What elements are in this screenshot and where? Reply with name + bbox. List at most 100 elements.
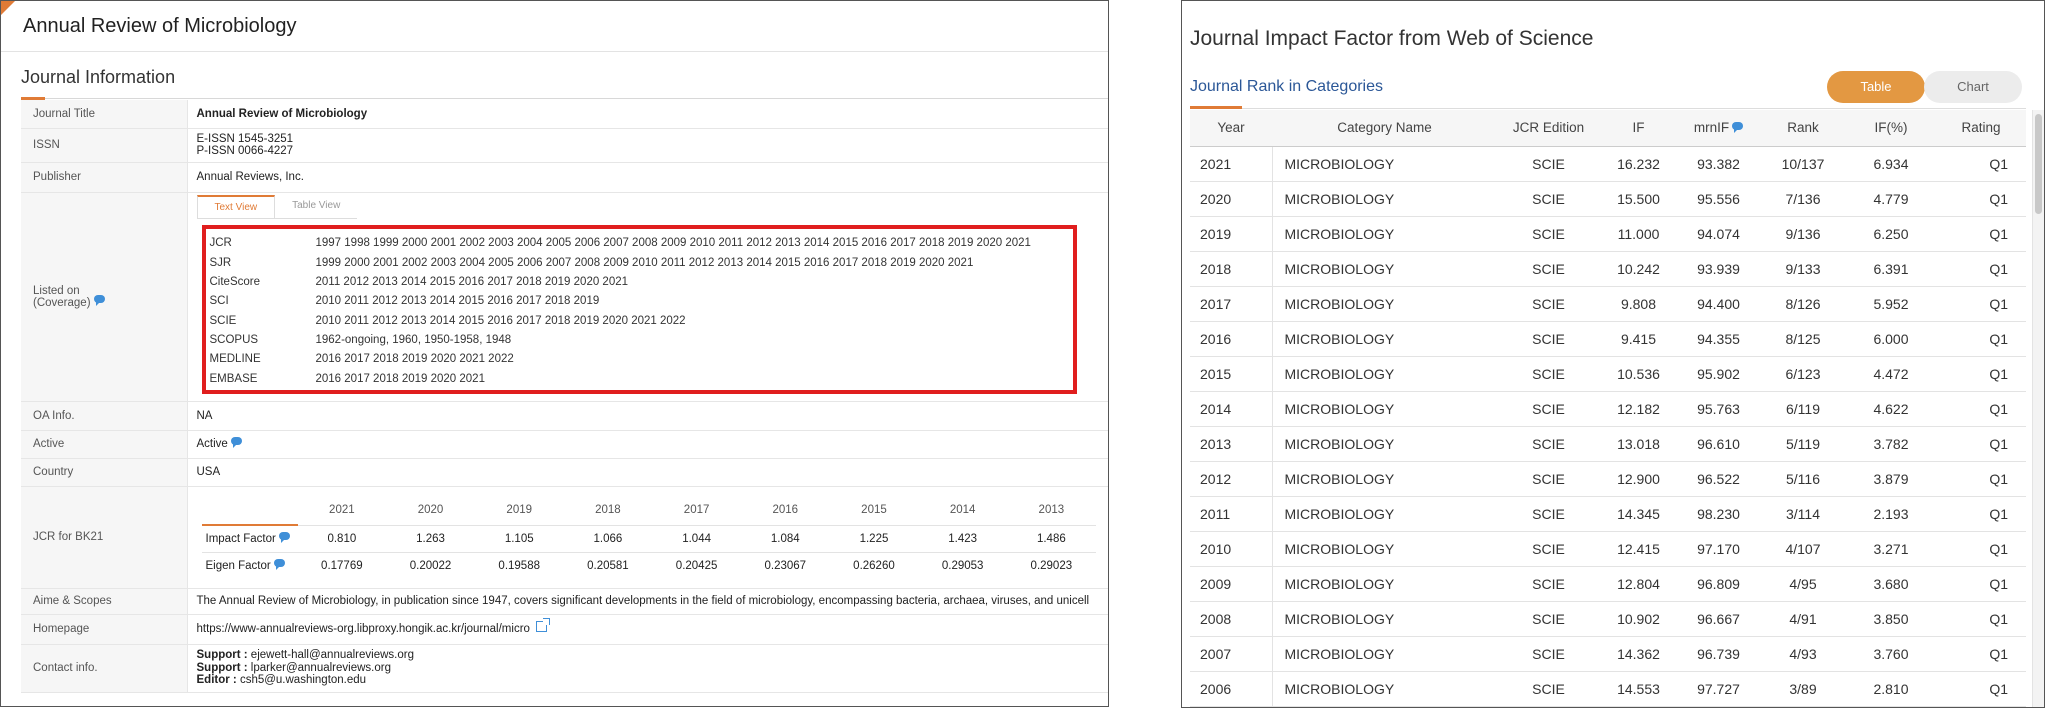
cell-rank: 3/89 [1760, 671, 1846, 707]
homepage-link[interactable]: https://www-annualreviews-org.libproxy.h… [197, 623, 530, 635]
label-oa-info: OA Info. [21, 401, 188, 431]
cell-rank: 4/95 [1760, 566, 1846, 602]
table-toggle-button[interactable]: Table [1827, 71, 1925, 103]
cell-mrnif: 96.522 [1677, 461, 1760, 497]
cell-if: 16.232 [1600, 146, 1677, 182]
tab-table-view[interactable]: Table View [275, 195, 357, 218]
cell-rating: Q1 [1936, 496, 2026, 532]
comment-icon[interactable] [230, 436, 242, 448]
bk21-year: 2015 [861, 503, 887, 516]
cell-rank: 5/116 [1760, 461, 1846, 497]
bk21-eigen-value: 0.20022 [409, 559, 452, 572]
value-contact: Support : ejewett-hall@annualreviews.org… [187, 644, 1109, 693]
tab-text-view[interactable]: Text View [196, 194, 276, 218]
comment-icon[interactable] [273, 558, 285, 570]
comment-icon[interactable] [278, 531, 290, 543]
coverage-name: JCR [209, 237, 232, 250]
cell-rating: Q1 [1936, 216, 2026, 252]
cell-jcr-edition: SCIE [1497, 566, 1600, 602]
table-row: 2021 MICROBIOLOGY SCIE 16.232 93.382 10/137 6.… [1190, 146, 2026, 182]
cell-if-pct: 3.782 [1846, 426, 1936, 462]
coverage-years: 2010 2011 2012 2013 2014 2015 2016 2017 … [315, 295, 600, 308]
cell-rank: 5/119 [1760, 426, 1846, 462]
cell-if: 13.018 [1600, 426, 1677, 462]
e-issn: E-ISSN 1545-3251 [196, 133, 294, 145]
section-divider [21, 98, 1108, 99]
cell-if-pct: 6.391 [1846, 251, 1936, 287]
coverage-tabs: Text View Table View [196, 194, 357, 219]
chart-toggle-button[interactable]: Chart [1924, 71, 2022, 103]
cell-jcr-edition: SCIE [1497, 251, 1600, 287]
cell-jcr-edition: SCIE [1497, 391, 1600, 427]
col-mrnif-label: mrnIF [1693, 120, 1730, 136]
table-row: 2014 MICROBIOLOGY SCIE 12.182 95.763 6/119 4.6… [1190, 391, 2026, 427]
cell-mrnif: 96.667 [1677, 601, 1760, 637]
col-rating: Rating [1936, 110, 2026, 147]
contact-email[interactable]: csh5@u.washington.edu [237, 674, 366, 686]
coverage-row-sjr: SJR 1999 2000 2001 2002 2003 2004 2005 20… [210, 253, 1069, 272]
comment-icon[interactable] [93, 295, 105, 307]
cell-rank: 4/107 [1760, 531, 1846, 567]
cell-category: MICROBIOLOGY [1272, 216, 1497, 252]
cell-if-pct: 4.622 [1846, 391, 1936, 427]
cell-year: 2017 [1190, 286, 1273, 322]
cell-jcr-edition: SCIE [1497, 216, 1600, 252]
bk21-eigen-value: 0.20425 [675, 559, 718, 572]
bk21-eigen-value: 0.26260 [853, 559, 895, 572]
cell-mrnif: 97.727 [1677, 671, 1760, 707]
row-country: Country USA [21, 458, 1108, 487]
contact-line: Support : ejewett-hall@annualreviews.org [197, 649, 1109, 662]
cell-year: 2012 [1190, 461, 1273, 497]
bk21-eigen-value: 0.29023 [1030, 559, 1073, 572]
table-row: 2020 MICROBIOLOGY SCIE 15.500 95.556 7/136 4.7… [1190, 181, 2026, 217]
bk21-eigen-value: 0.19588 [498, 559, 540, 572]
cell-if-pct: 6.000 [1846, 321, 1936, 357]
table-row: 2012 MICROBIOLOGY SCIE 12.900 96.522 5/116 3.8… [1190, 461, 2026, 497]
table-row: 2007 MICROBIOLOGY SCIE 14.362 96.739 4/93 3.76… [1190, 636, 2026, 672]
cell-category: MICROBIOLOGY [1272, 356, 1497, 392]
bk21-if-value: 1.105 [474, 524, 564, 553]
cell-if-pct: 3.879 [1846, 461, 1936, 497]
external-link-icon[interactable] [535, 618, 550, 633]
bk21-eigen-factor-label: Eigen Factor [201, 552, 298, 579]
scrollbar-thumb[interactable] [2035, 114, 2042, 214]
table-row: 2015 MICROBIOLOGY SCIE 10.536 95.902 6/123 4.4… [1190, 356, 2026, 392]
bk21-eigen-value: 0.29053 [941, 559, 984, 572]
cell-year: 2010 [1190, 531, 1273, 567]
cell-year: 2018 [1190, 251, 1273, 287]
cell-rating: Q1 [1936, 461, 2026, 497]
row-aims: Aime & Scopes The Annual Review of Micro… [21, 588, 1108, 615]
label-jcr-bk21: JCR for BK21 [21, 486, 188, 589]
cell-category: MICROBIOLOGY [1272, 391, 1497, 427]
comment-icon[interactable] [1732, 121, 1744, 133]
value-jcr-bk21: 2021 2020 2019 2018 2017 2016 2015 2014 … [187, 486, 1108, 589]
cell-rank: 9/133 [1760, 251, 1846, 287]
cell-if: 12.900 [1600, 461, 1677, 497]
row-homepage: Homepage https://www-annualreviews-org.l… [21, 614, 1108, 645]
cell-rating: Q1 [1936, 426, 2026, 462]
cell-mrnif: 98.230 [1677, 496, 1760, 532]
bk21-year: 2020 [417, 503, 444, 516]
cell-year: 2016 [1190, 321, 1273, 357]
label-contact: Contact info. [21, 644, 188, 693]
p-issn: P-ISSN 0066-4227 [196, 145, 294, 157]
cell-if: 9.808 [1600, 286, 1677, 322]
cell-if-pct: 3.271 [1846, 531, 1936, 567]
cell-mrnif: 94.074 [1677, 216, 1760, 252]
cell-year: 2007 [1190, 636, 1273, 672]
cell-category: MICROBIOLOGY [1272, 636, 1497, 672]
bk21-if-value: 1.066 [563, 524, 653, 553]
table-row: 2009 MICROBIOLOGY SCIE 12.804 96.809 4/95 3.68… [1190, 566, 2026, 602]
cell-rating: Q1 [1936, 146, 2026, 182]
label-issn: ISSN [21, 128, 188, 163]
impact-factor-panel: Journal Impact Factor from Web of Scienc… [1181, 0, 2045, 708]
contact-email[interactable]: lparker@annualreviews.org [248, 662, 391, 674]
value-country: USA [187, 458, 1108, 487]
cell-jcr-edition: SCIE [1497, 321, 1600, 357]
contact-email[interactable]: ejewett-hall@annualreviews.org [248, 649, 414, 661]
coverage-years: 2010 2011 2012 2013 2014 2015 2016 2017 … [315, 314, 686, 327]
row-jcr-bk21: JCR for BK21 2021 2020 2019 2018 2017 20… [21, 486, 1108, 589]
cell-rank: 8/126 [1760, 286, 1846, 322]
cell-category: MICROBIOLOGY [1272, 601, 1497, 637]
cell-category: MICROBIOLOGY [1272, 251, 1497, 287]
